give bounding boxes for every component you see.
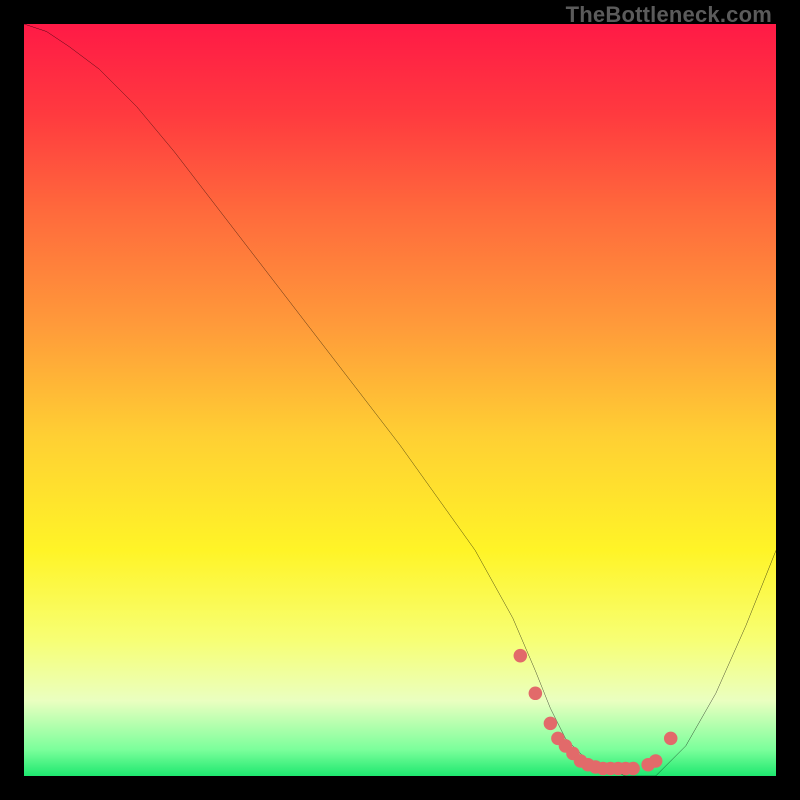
optimal-dot — [664, 732, 678, 746]
chart-frame — [24, 24, 776, 776]
optimal-dot — [649, 754, 663, 768]
optimal-dot — [514, 649, 528, 663]
optimal-dot — [626, 762, 640, 776]
bottleneck-chart — [24, 24, 776, 776]
gradient-background — [24, 24, 776, 776]
optimal-dot — [544, 717, 558, 731]
optimal-dot — [529, 687, 543, 701]
